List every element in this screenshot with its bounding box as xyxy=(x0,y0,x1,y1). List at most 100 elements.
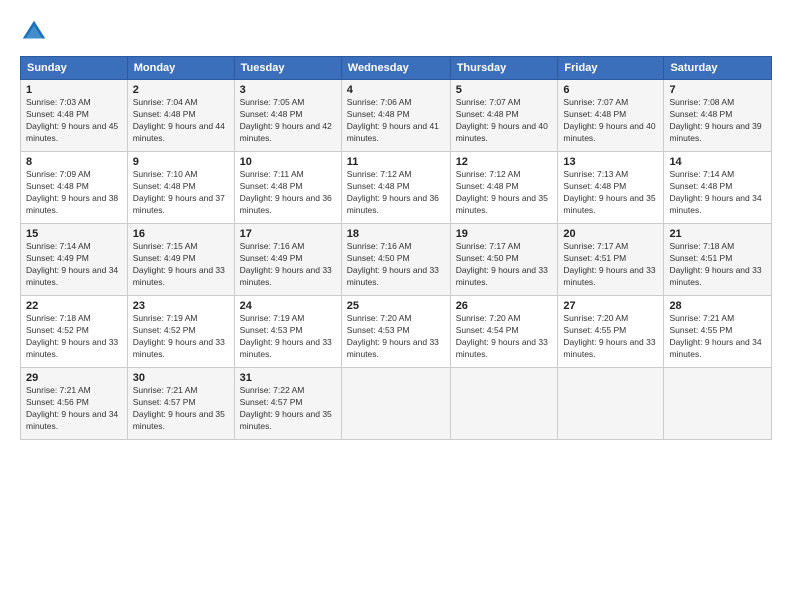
col-saturday: Saturday xyxy=(664,57,772,80)
day-info: Sunrise: 7:11 AMSunset: 4:48 PMDaylight:… xyxy=(240,169,332,215)
col-tuesday: Tuesday xyxy=(234,57,341,80)
table-row xyxy=(558,368,664,440)
day-number: 16 xyxy=(133,228,229,240)
day-info: Sunrise: 7:12 AMSunset: 4:48 PMDaylight:… xyxy=(456,169,548,215)
calendar-table: Sunday Monday Tuesday Wednesday Thursday… xyxy=(20,56,772,440)
day-number: 23 xyxy=(133,300,229,312)
day-info: Sunrise: 7:22 AMSunset: 4:57 PMDaylight:… xyxy=(240,385,332,431)
day-number: 12 xyxy=(456,156,553,168)
table-row: 7Sunrise: 7:08 AMSunset: 4:48 PMDaylight… xyxy=(664,80,772,152)
table-row: 4Sunrise: 7:06 AMSunset: 4:48 PMDaylight… xyxy=(341,80,450,152)
day-number: 7 xyxy=(669,84,766,96)
day-number: 14 xyxy=(669,156,766,168)
table-row: 13Sunrise: 7:13 AMSunset: 4:48 PMDayligh… xyxy=(558,152,664,224)
day-info: Sunrise: 7:06 AMSunset: 4:48 PMDaylight:… xyxy=(347,97,439,143)
day-info: Sunrise: 7:04 AMSunset: 4:48 PMDaylight:… xyxy=(133,97,225,143)
day-info: Sunrise: 7:14 AMSunset: 4:49 PMDaylight:… xyxy=(26,241,118,287)
day-info: Sunrise: 7:09 AMSunset: 4:48 PMDaylight:… xyxy=(26,169,118,215)
day-info: Sunrise: 7:21 AMSunset: 4:55 PMDaylight:… xyxy=(669,313,761,359)
day-number: 25 xyxy=(347,300,445,312)
day-info: Sunrise: 7:21 AMSunset: 4:56 PMDaylight:… xyxy=(26,385,118,431)
table-row: 27Sunrise: 7:20 AMSunset: 4:55 PMDayligh… xyxy=(558,296,664,368)
table-row: 28Sunrise: 7:21 AMSunset: 4:55 PMDayligh… xyxy=(664,296,772,368)
header-row: Sunday Monday Tuesday Wednesday Thursday… xyxy=(21,57,772,80)
day-info: Sunrise: 7:16 AMSunset: 4:49 PMDaylight:… xyxy=(240,241,332,287)
table-row: 16Sunrise: 7:15 AMSunset: 4:49 PMDayligh… xyxy=(127,224,234,296)
day-number: 18 xyxy=(347,228,445,240)
table-row: 10Sunrise: 7:11 AMSunset: 4:48 PMDayligh… xyxy=(234,152,341,224)
col-monday: Monday xyxy=(127,57,234,80)
day-info: Sunrise: 7:20 AMSunset: 4:53 PMDaylight:… xyxy=(347,313,439,359)
day-info: Sunrise: 7:19 AMSunset: 4:53 PMDaylight:… xyxy=(240,313,332,359)
table-row: 25Sunrise: 7:20 AMSunset: 4:53 PMDayligh… xyxy=(341,296,450,368)
table-row: 15Sunrise: 7:14 AMSunset: 4:49 PMDayligh… xyxy=(21,224,128,296)
day-number: 13 xyxy=(563,156,658,168)
day-number: 10 xyxy=(240,156,336,168)
header xyxy=(20,18,772,46)
table-row: 19Sunrise: 7:17 AMSunset: 4:50 PMDayligh… xyxy=(450,224,558,296)
table-row: 24Sunrise: 7:19 AMSunset: 4:53 PMDayligh… xyxy=(234,296,341,368)
day-info: Sunrise: 7:03 AMSunset: 4:48 PMDaylight:… xyxy=(26,97,118,143)
day-number: 15 xyxy=(26,228,122,240)
day-info: Sunrise: 7:07 AMSunset: 4:48 PMDaylight:… xyxy=(563,97,655,143)
day-info: Sunrise: 7:05 AMSunset: 4:48 PMDaylight:… xyxy=(240,97,332,143)
day-number: 31 xyxy=(240,372,336,384)
calendar-week-row: 1Sunrise: 7:03 AMSunset: 4:48 PMDaylight… xyxy=(21,80,772,152)
day-number: 17 xyxy=(240,228,336,240)
table-row: 17Sunrise: 7:16 AMSunset: 4:49 PMDayligh… xyxy=(234,224,341,296)
day-info: Sunrise: 7:19 AMSunset: 4:52 PMDaylight:… xyxy=(133,313,225,359)
day-number: 30 xyxy=(133,372,229,384)
day-number: 4 xyxy=(347,84,445,96)
table-row: 8Sunrise: 7:09 AMSunset: 4:48 PMDaylight… xyxy=(21,152,128,224)
day-info: Sunrise: 7:20 AMSunset: 4:54 PMDaylight:… xyxy=(456,313,548,359)
day-number: 5 xyxy=(456,84,553,96)
logo xyxy=(20,18,52,46)
day-number: 21 xyxy=(669,228,766,240)
table-row: 26Sunrise: 7:20 AMSunset: 4:54 PMDayligh… xyxy=(450,296,558,368)
table-row xyxy=(341,368,450,440)
day-number: 24 xyxy=(240,300,336,312)
day-number: 1 xyxy=(26,84,122,96)
calendar-week-row: 15Sunrise: 7:14 AMSunset: 4:49 PMDayligh… xyxy=(21,224,772,296)
logo-icon xyxy=(20,18,48,46)
day-info: Sunrise: 7:18 AMSunset: 4:52 PMDaylight:… xyxy=(26,313,118,359)
day-number: 8 xyxy=(26,156,122,168)
day-number: 2 xyxy=(133,84,229,96)
table-row: 31Sunrise: 7:22 AMSunset: 4:57 PMDayligh… xyxy=(234,368,341,440)
table-row: 29Sunrise: 7:21 AMSunset: 4:56 PMDayligh… xyxy=(21,368,128,440)
calendar-page: Sunday Monday Tuesday Wednesday Thursday… xyxy=(0,0,792,612)
table-row: 5Sunrise: 7:07 AMSunset: 4:48 PMDaylight… xyxy=(450,80,558,152)
day-number: 22 xyxy=(26,300,122,312)
day-info: Sunrise: 7:17 AMSunset: 4:51 PMDaylight:… xyxy=(563,241,655,287)
table-row: 12Sunrise: 7:12 AMSunset: 4:48 PMDayligh… xyxy=(450,152,558,224)
day-number: 6 xyxy=(563,84,658,96)
day-info: Sunrise: 7:14 AMSunset: 4:48 PMDaylight:… xyxy=(669,169,761,215)
day-info: Sunrise: 7:20 AMSunset: 4:55 PMDaylight:… xyxy=(563,313,655,359)
day-number: 20 xyxy=(563,228,658,240)
table-row: 22Sunrise: 7:18 AMSunset: 4:52 PMDayligh… xyxy=(21,296,128,368)
table-row: 9Sunrise: 7:10 AMSunset: 4:48 PMDaylight… xyxy=(127,152,234,224)
day-number: 29 xyxy=(26,372,122,384)
table-row: 3Sunrise: 7:05 AMSunset: 4:48 PMDaylight… xyxy=(234,80,341,152)
calendar-week-row: 29Sunrise: 7:21 AMSunset: 4:56 PMDayligh… xyxy=(21,368,772,440)
day-number: 9 xyxy=(133,156,229,168)
col-wednesday: Wednesday xyxy=(341,57,450,80)
col-thursday: Thursday xyxy=(450,57,558,80)
day-number: 26 xyxy=(456,300,553,312)
table-row: 18Sunrise: 7:16 AMSunset: 4:50 PMDayligh… xyxy=(341,224,450,296)
day-info: Sunrise: 7:07 AMSunset: 4:48 PMDaylight:… xyxy=(456,97,548,143)
col-friday: Friday xyxy=(558,57,664,80)
day-info: Sunrise: 7:21 AMSunset: 4:57 PMDaylight:… xyxy=(133,385,225,431)
table-row: 23Sunrise: 7:19 AMSunset: 4:52 PMDayligh… xyxy=(127,296,234,368)
col-sunday: Sunday xyxy=(21,57,128,80)
day-number: 19 xyxy=(456,228,553,240)
day-info: Sunrise: 7:12 AMSunset: 4:48 PMDaylight:… xyxy=(347,169,439,215)
table-row: 21Sunrise: 7:18 AMSunset: 4:51 PMDayligh… xyxy=(664,224,772,296)
day-info: Sunrise: 7:08 AMSunset: 4:48 PMDaylight:… xyxy=(669,97,761,143)
table-row: 1Sunrise: 7:03 AMSunset: 4:48 PMDaylight… xyxy=(21,80,128,152)
day-info: Sunrise: 7:15 AMSunset: 4:49 PMDaylight:… xyxy=(133,241,225,287)
day-info: Sunrise: 7:17 AMSunset: 4:50 PMDaylight:… xyxy=(456,241,548,287)
day-number: 3 xyxy=(240,84,336,96)
table-row: 30Sunrise: 7:21 AMSunset: 4:57 PMDayligh… xyxy=(127,368,234,440)
table-row: 2Sunrise: 7:04 AMSunset: 4:48 PMDaylight… xyxy=(127,80,234,152)
